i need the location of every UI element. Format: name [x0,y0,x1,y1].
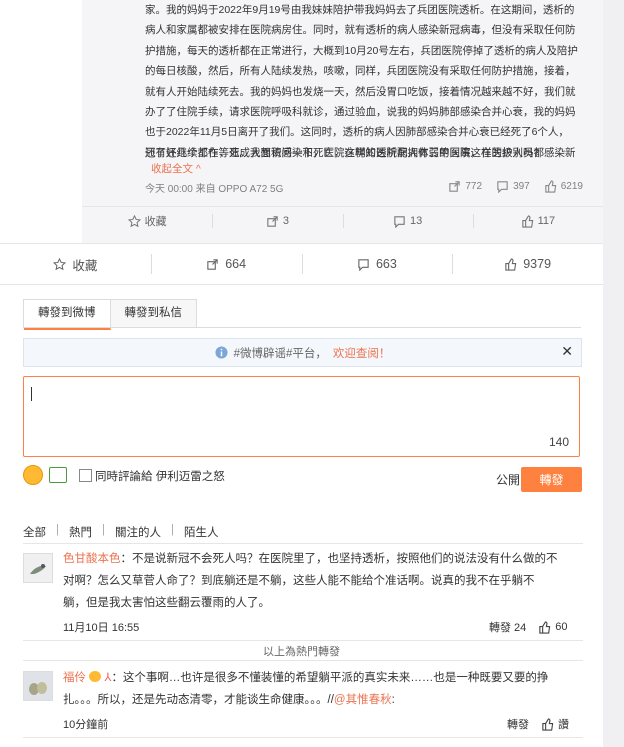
repost-textarea[interactable]: 140 [23,376,580,457]
badge-icon [89,671,102,682]
comment-like-button[interactable]: 60 [538,620,568,634]
hot-repost-label: 以上為熱門轉發 [263,646,340,658]
comment-like-button[interactable]: 讚 [541,716,569,732]
repost-filters: 全部 | 熱門 | 關注的人 | 陌生人 [23,524,219,540]
filter-hot[interactable]: 熱門 [69,524,92,540]
notice-text[interactable]: #微博辟谣#平台， [234,345,327,361]
favorite-button[interactable]: 收藏 [0,244,151,284]
comment-time: 11月10日 16:55 [63,622,140,634]
page-scroll-gutter [603,0,624,747]
filter-separator: | [56,524,59,536]
inner-comment-button[interactable]: 13 [342,207,473,235]
star-icon [53,257,67,270]
inner-favorite-button[interactable]: 收藏 [82,207,212,235]
tabs-divider [23,327,581,328]
like-button[interactable]: 9379 [452,244,603,284]
also-comment-label: 同時評論給 伊利迈雷之怒 [95,471,225,483]
orig-repost[interactable]: 772 [448,180,482,193]
comment-repost-button[interactable]: 轉發 24 [489,619,526,635]
comment-text: : [391,694,395,706]
post-line: 病人和家属都被安排在医院病房住。同时，就有透析的病人感染新冠病毒，但没有采取任何… [145,24,576,37]
divider [23,737,583,738]
comment-actions: 轉發 24 60 [489,619,568,635]
collapse-link[interactable]: 收起全文 ^ [151,161,201,176]
submit-repost-button[interactable]: 轉發 [521,467,582,492]
original-post-meta: 今天 00:00 来自 OPPO A72 5G 772 397 6219 [145,180,583,198]
post-line: 冠了还继续工作，造成大面积感染和死亡，这样的医院配拥有三甲医院这样的级别吗? [145,147,540,159]
comment-username[interactable]: 福伶 [63,672,86,684]
comment-text: ：这个事啊…也许是很多不懂装懂的希望躺平派的真实未来……也是一种既要又要的挣 [111,672,549,684]
thumbs-up-icon [545,180,556,193]
bird-avatar-icon [24,554,52,582]
filter-separator: | [171,524,174,536]
also-comment-checkbox[interactable] [79,469,92,482]
comment-text: ：不是说新冠不会死人吗？在医院里了，也坚持透析，按照他们的说法没有什么做的不 [120,553,558,565]
filter-all[interactable]: 全部 [23,524,46,540]
comment-actions: 轉發 讚 [507,716,569,732]
notice-highlight[interactable]: 欢迎查阅！ [333,345,391,361]
original-post-text: 家。我的妈妈于2022年9月19号由我妹妹陪护带我妈妈去了兵团医院透析。在这期间… [145,0,583,163]
filter-strangers[interactable]: 陌生人 [184,524,219,540]
birds-avatar-icon [24,672,52,700]
thumbs-up-icon [521,214,533,228]
divider [23,543,583,544]
weibo-card: 家。我的妈妈于2022年9月19号由我妹妹陪护带我妈妈去了兵团医院透析。在这期间… [0,0,603,747]
filter-following[interactable]: 關注的人 [115,524,161,540]
divider [23,640,583,641]
char-counter: 140 [548,435,569,449]
list-item: 色甘酸本色：不是说新冠不会死人吗？在医院里了，也坚持透析，按照他们的说法没有什么… [63,548,583,614]
inner-repost-button[interactable]: 3 [212,207,342,235]
post-line: 的每日核酸，然后，所有人陆续发热，咳嗽，同样，兵团医院没有采取任何防护措施，接着… [145,65,576,78]
comment-time: 10分鐘前 [63,719,109,731]
list-item: 福伶 ⅄：这个事啊…也许是很多不懂装懂的希望躺平派的真实未来……也是一种既要又要… [63,667,583,711]
filter-separator: | [102,524,105,536]
comment-icon [358,258,369,271]
star-icon [127,214,141,227]
comment-text: 扎。。。所以，还是先动态清零，才能谈生命健康。。。// [63,694,334,706]
repost-icon [449,181,461,192]
comment-button[interactable]: 663 [301,244,453,284]
repost-tabs: 轉發到微博 轉發到私信 [23,299,197,330]
tab-repost-private[interactable]: 轉發到私信 [110,300,196,328]
text-cursor [31,387,32,401]
thumbs-up-icon [505,257,517,271]
repost-icon [267,215,278,227]
comment-text: 躺，但是我太害怕这些翻云覆雨的人了。 [63,597,270,609]
comment-username[interactable]: 色甘酸本色 [63,553,121,565]
divider [23,660,583,661]
post-line: 家。我的妈妈于2022年9月19号由我妹妹陪护带我妈妈去了兵团医院透析。在这期间… [145,4,575,16]
repost-button[interactable]: 664 [150,244,302,284]
orig-comment[interactable]: 397 [496,180,530,193]
orig-like[interactable]: 6219 [544,180,583,193]
emoji-icon[interactable] [23,465,43,485]
post-line: 就有人开始陆续死去。我的妈妈也发烧一天，然后没胃口吃饭，接着情况越来越不好，我们… [145,85,576,98]
comment-icon [497,181,508,193]
close-icon[interactable]: ✕ [561,343,573,360]
inner-like-button[interactable]: 117 [472,207,603,235]
avatar[interactable] [23,553,53,583]
main-action-bar: 收藏 664 663 9379 [0,243,603,285]
avatar[interactable] [23,671,53,701]
comment-text: 对啊？怎么又草菅人命了？到底躺还是不躺，这些人能不能给个准话啊。说真的我不在乎躺… [63,575,535,587]
original-post-text-tail: 冠了还继续工作，造成大面积感染和死亡，这样的医院配拥有三甲医院这样的级别吗? [145,143,583,163]
repost-icon [207,258,218,270]
inner-action-bar: 收藏 3 13 117 [82,206,603,235]
thumbs-up-icon [539,620,551,634]
info-icon [215,346,228,359]
post-line: 护措施，每天的透析都在正常进行，大概到10月20号左右，兵团医院停掉了透析的病人… [145,44,578,57]
rumor-notice-bar: #微博辟谣#平台， 欢迎查阅！ ✕ [23,338,582,367]
image-icon[interactable] [49,467,67,483]
tab-repost-weibo[interactable]: 轉發到微博 [24,300,111,330]
thumbs-up-icon [542,717,554,731]
post-line: 也于2022年11月5日离开了我们。这同时，透析的病人因肺部感染合并心衰已经死了… [145,126,569,139]
post-time-source: 今天 00:00 来自 OPPO A72 5G [145,184,284,195]
comment-icon [394,215,405,228]
comment-repost-button[interactable]: 轉發 [507,716,529,732]
post-line: 办了了住院手续，请求医院呼吸科就诊，通过验血，说我的妈妈肺部感染合并心衰，我的妈… [145,106,576,119]
compose-toolbar: 同時評論給 伊利迈雷之怒 公開 ▾ 轉發 [23,465,583,493]
mention-link[interactable]: @其惟春秋 [334,694,392,706]
